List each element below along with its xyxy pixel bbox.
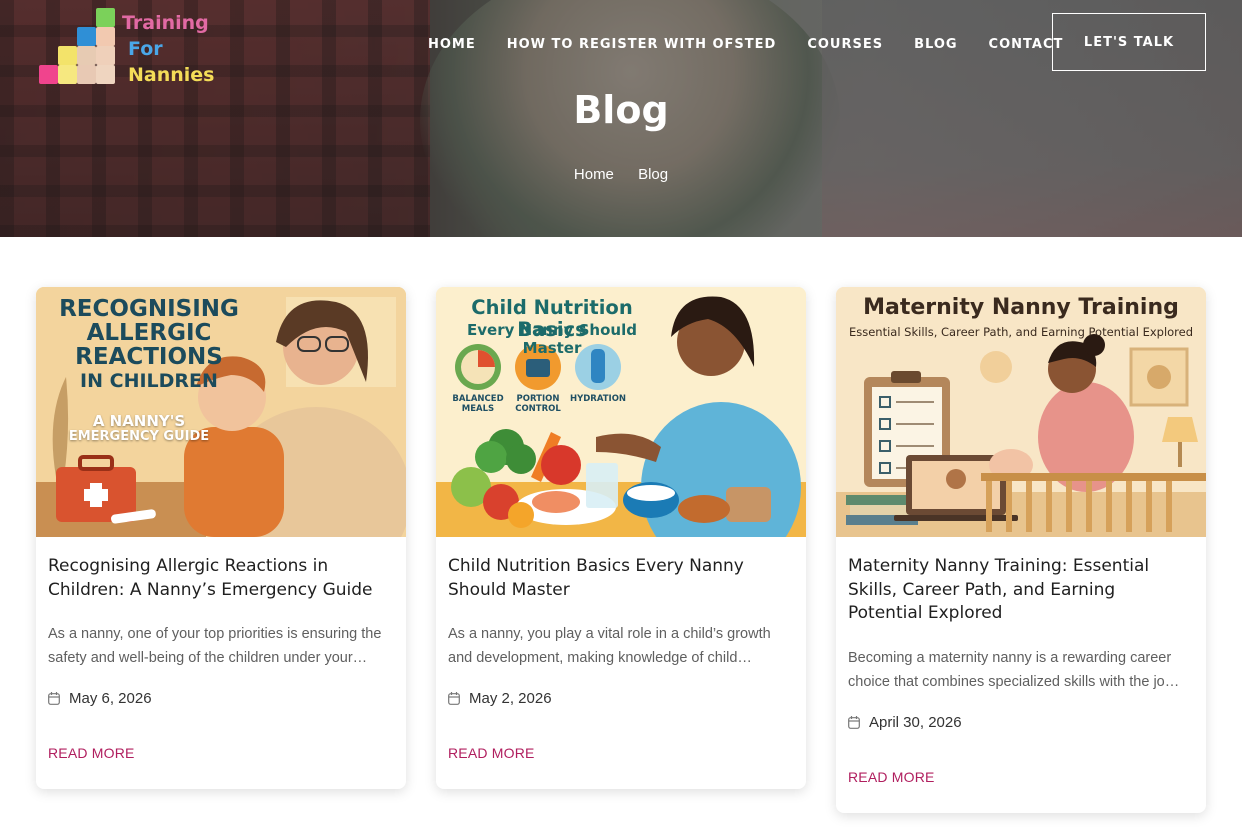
blog-card: Child Nutrition Basics Every Nanny Shoul… — [436, 287, 806, 789]
logo-wordmark: Training For Nannies — [122, 10, 214, 88]
calendar-icon — [848, 715, 860, 729]
image-text: A NANNY'S — [92, 412, 186, 430]
logo-block-icon — [96, 27, 115, 46]
blog-card: Maternity Nanny Training Essential Skill… — [836, 287, 1206, 813]
logo-block-icon — [77, 46, 96, 65]
post-excerpt: As a nanny, one of your top priorities i… — [48, 626, 382, 666]
read-more-link[interactable]: READ MORE — [448, 745, 794, 761]
image-text: RECOGNISING — [59, 296, 239, 322]
post-title[interactable]: Maternity Nanny Training: Essential Skil… — [848, 555, 1194, 626]
logo-block-icon — [77, 27, 96, 46]
nav-register-ofsted[interactable]: HOW TO REGISTER WITH OFSTED — [507, 37, 777, 52]
post-date: April 30, 2026 — [848, 714, 1194, 731]
image-text: Essential Skills, Career Path, and Earni… — [848, 325, 1194, 339]
read-more-link[interactable]: READ MORE — [48, 745, 394, 761]
logo-block-icon — [58, 65, 77, 84]
logo-block-icon — [77, 65, 96, 84]
hero-banner: Training For Nannies HOME HOW TO REGISTE… — [0, 0, 1242, 237]
logo-block-icon — [96, 8, 115, 27]
image-text: HYDRATION — [569, 394, 627, 404]
card-body: Maternity Nanny Training: Essential Skil… — [836, 537, 1206, 785]
image-text: REACTIONS — [75, 344, 223, 370]
card-body: Recognising Allergic Reactions in Childr… — [36, 537, 406, 761]
site-logo[interactable]: Training For Nannies — [38, 8, 228, 88]
image-text: BALANCED MEALS — [452, 394, 504, 414]
logo-block-icon — [58, 46, 77, 65]
blog-card: RECOGNISING ALLERGIC REACTIONS IN CHILDR… — [36, 287, 406, 789]
post-title[interactable]: Recognising Allergic Reactions in Childr… — [48, 555, 394, 602]
main-nav: HOME HOW TO REGISTER WITH OFSTED COURSES… — [428, 37, 1094, 52]
image-text: IN CHILDREN — [80, 370, 218, 392]
image-text: Every Nanny Should Master — [467, 321, 637, 357]
post-thumbnail[interactable]: RECOGNISING ALLERGIC REACTIONS IN CHILDR… — [36, 287, 406, 537]
post-title[interactable]: Child Nutrition Basics Every Nanny Shoul… — [448, 555, 794, 602]
nav-blog[interactable]: BLOG — [914, 37, 957, 52]
image-text: PORTION CONTROL — [515, 394, 561, 414]
logo-text-line: Nannies — [128, 64, 215, 86]
page-title: Blog — [573, 88, 669, 132]
breadcrumb-home[interactable]: Home — [574, 166, 614, 183]
post-date-text: May 2, 2026 — [469, 690, 552, 707]
logo-block-icon — [39, 65, 58, 84]
logo-block-icon — [96, 65, 115, 84]
post-excerpt: Becoming a maternity nanny is a rewardin… — [848, 649, 1180, 690]
image-text: EMERGENCY GUIDE — [68, 429, 210, 444]
logo-text-line: For — [128, 38, 163, 60]
lets-talk-button[interactable]: LET'S TALK — [1052, 13, 1206, 71]
nav-courses[interactable]: COURSES — [807, 37, 883, 52]
breadcrumb-current: Blog — [638, 166, 669, 183]
nav-home[interactable]: HOME — [428, 37, 476, 52]
breadcrumb: Home Blog — [0, 166, 1242, 183]
post-date-text: May 6, 2026 — [69, 690, 152, 707]
logo-block-icon — [96, 46, 115, 65]
post-date: May 6, 2026 — [48, 690, 394, 707]
image-text: ALLERGIC — [86, 320, 212, 346]
read-more-link[interactable]: READ MORE — [848, 769, 1194, 785]
image-text: Maternity Nanny Training — [863, 295, 1179, 320]
post-date-text: April 30, 2026 — [869, 713, 962, 731]
calendar-icon — [448, 692, 460, 705]
logo-text-line: Training — [122, 12, 209, 34]
post-excerpt: As a nanny, you play a vital role in a c… — [448, 626, 771, 666]
post-thumbnail[interactable]: Maternity Nanny Training Essential Skill… — [836, 287, 1206, 537]
calendar-icon — [48, 692, 60, 705]
post-thumbnail[interactable]: Child Nutrition Basics Every Nanny Shoul… — [436, 287, 806, 537]
post-date: May 2, 2026 — [448, 690, 794, 707]
card-body: Child Nutrition Basics Every Nanny Shoul… — [436, 537, 806, 761]
